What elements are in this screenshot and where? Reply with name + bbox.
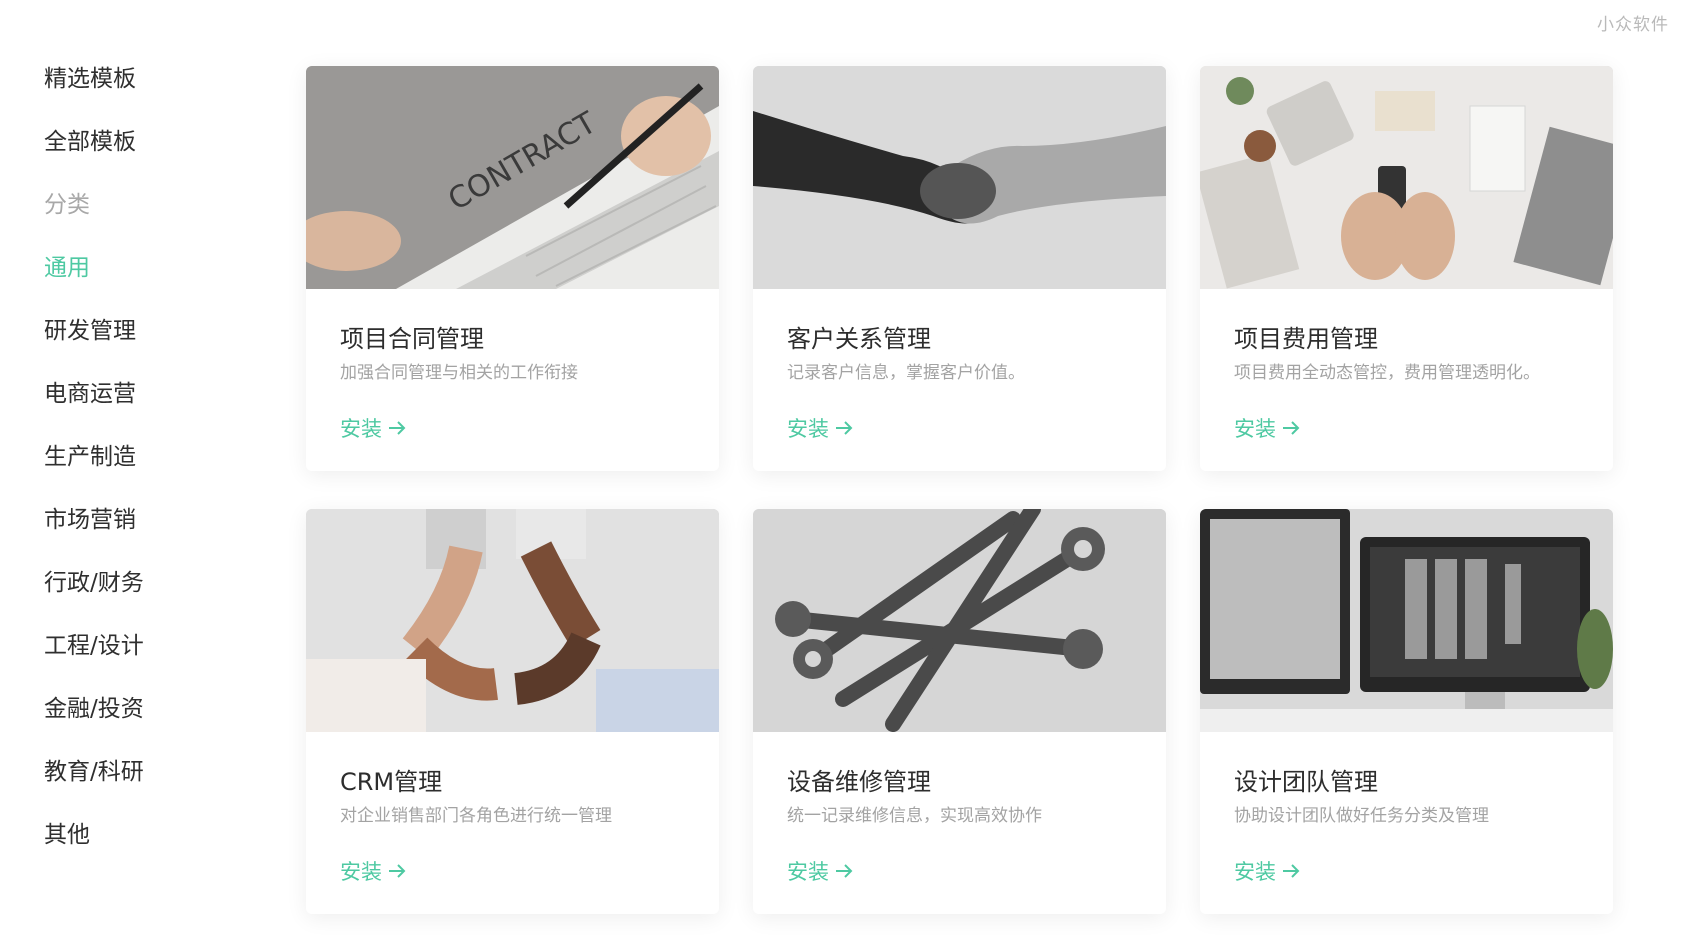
install-button[interactable]: 安装 xyxy=(787,856,853,886)
install-button[interactable]: 安装 xyxy=(340,856,406,886)
sidebar-item-all[interactable]: 全部模板 xyxy=(44,121,264,184)
install-label: 安装 xyxy=(787,417,829,441)
sidebar-item-finance-investment[interactable]: 金融/投资 xyxy=(44,688,264,751)
sidebar-item-engineering-design[interactable]: 工程/设计 xyxy=(44,625,264,688)
sidebar-section-heading: 分类 xyxy=(44,192,90,218)
watermark: 小众软件 xyxy=(1597,15,1669,35)
design-monitors-illustration xyxy=(1200,509,1613,732)
arrow-right-icon xyxy=(1283,421,1300,435)
sidebar-item-other[interactable]: 其他 xyxy=(44,814,264,877)
category-sidebar: 精选模板 全部模板 分类 通用 研发管理 电商运营 生产制造 市场营销 行政/财… xyxy=(44,58,264,877)
card-description: 统一记录维修信息，实现高效协作 xyxy=(787,806,1042,826)
card-title: 设备维修管理 xyxy=(787,768,931,796)
arrow-right-icon xyxy=(389,421,406,435)
install-button[interactable]: 安装 xyxy=(1234,413,1300,443)
template-card[interactable]: 设计团队管理 协助设计团队做好任务分类及管理 安装 xyxy=(1200,509,1613,914)
template-card[interactable]: CRM管理 对企业销售部门各角色进行统一管理 安装 xyxy=(306,509,719,914)
arrow-right-icon xyxy=(389,864,406,878)
card-title: 客户关系管理 xyxy=(787,325,931,353)
install-button[interactable]: 安装 xyxy=(1234,856,1300,886)
card-title: CRM管理 xyxy=(340,768,443,796)
handshake-photo xyxy=(753,66,1166,289)
install-label: 安装 xyxy=(1234,860,1276,884)
install-label: 安装 xyxy=(340,417,382,441)
card-description: 对企业销售部门各角色进行统一管理 xyxy=(340,806,612,826)
wrenches-photo xyxy=(753,509,1166,732)
sidebar-item-rnd[interactable]: 研发管理 xyxy=(44,310,264,373)
card-description: 协助设计团队做好任务分类及管理 xyxy=(1234,806,1489,826)
sidebar-item-featured[interactable]: 精选模板 xyxy=(44,58,264,121)
desk-illustration xyxy=(1200,66,1613,289)
template-grid: CONTRACT 项目合同管理 加强合同管理与相关的工作衔接 安装 客户关系管理… xyxy=(306,66,1613,914)
design-monitors-photo xyxy=(1200,509,1613,732)
handshake-illustration xyxy=(753,66,1166,289)
wrenches-illustration xyxy=(753,509,1166,732)
template-card[interactable]: 项目费用管理 项目费用全动态管控，费用管理透明化。 安装 xyxy=(1200,66,1613,471)
desk-calculator-photo xyxy=(1200,66,1613,289)
linked-hands-illustration xyxy=(306,509,719,732)
install-button[interactable]: 安装 xyxy=(340,413,406,443)
template-gallery: 小众软件 精选模板 全部模板 分类 通用 研发管理 电商运营 生产制造 市场营销… xyxy=(0,0,1681,943)
template-card[interactable]: 设备维修管理 统一记录维修信息，实现高效协作 安装 xyxy=(753,509,1166,914)
card-description: 加强合同管理与相关的工作衔接 xyxy=(340,363,578,383)
linked-hands-photo xyxy=(306,509,719,732)
card-title: 设计团队管理 xyxy=(1234,768,1378,796)
arrow-right-icon xyxy=(836,864,853,878)
card-title: 项目合同管理 xyxy=(340,325,484,353)
contract-illustration: CONTRACT xyxy=(306,66,719,289)
sidebar-item-admin-finance[interactable]: 行政/财务 xyxy=(44,562,264,625)
sidebar-item-general[interactable]: 通用 xyxy=(44,247,264,310)
install-button[interactable]: 安装 xyxy=(787,413,853,443)
install-label: 安装 xyxy=(1234,417,1276,441)
contract-photo: CONTRACT xyxy=(306,66,719,289)
install-label: 安装 xyxy=(787,860,829,884)
arrow-right-icon xyxy=(1283,864,1300,878)
sidebar-item-ecommerce[interactable]: 电商运营 xyxy=(44,373,264,436)
template-card[interactable]: CONTRACT 项目合同管理 加强合同管理与相关的工作衔接 安装 xyxy=(306,66,719,471)
arrow-right-icon xyxy=(836,421,853,435)
card-title: 项目费用管理 xyxy=(1234,325,1378,353)
install-label: 安装 xyxy=(340,860,382,884)
sidebar-item-manufacturing[interactable]: 生产制造 xyxy=(44,436,264,499)
card-description: 项目费用全动态管控，费用管理透明化。 xyxy=(1234,363,1540,383)
sidebar-item-marketing[interactable]: 市场营销 xyxy=(44,499,264,562)
card-description: 记录客户信息，掌握客户价值。 xyxy=(787,363,1025,383)
sidebar-item-education-research[interactable]: 教育/科研 xyxy=(44,751,264,814)
template-card[interactable]: 客户关系管理 记录客户信息，掌握客户价值。 安装 xyxy=(753,66,1166,471)
